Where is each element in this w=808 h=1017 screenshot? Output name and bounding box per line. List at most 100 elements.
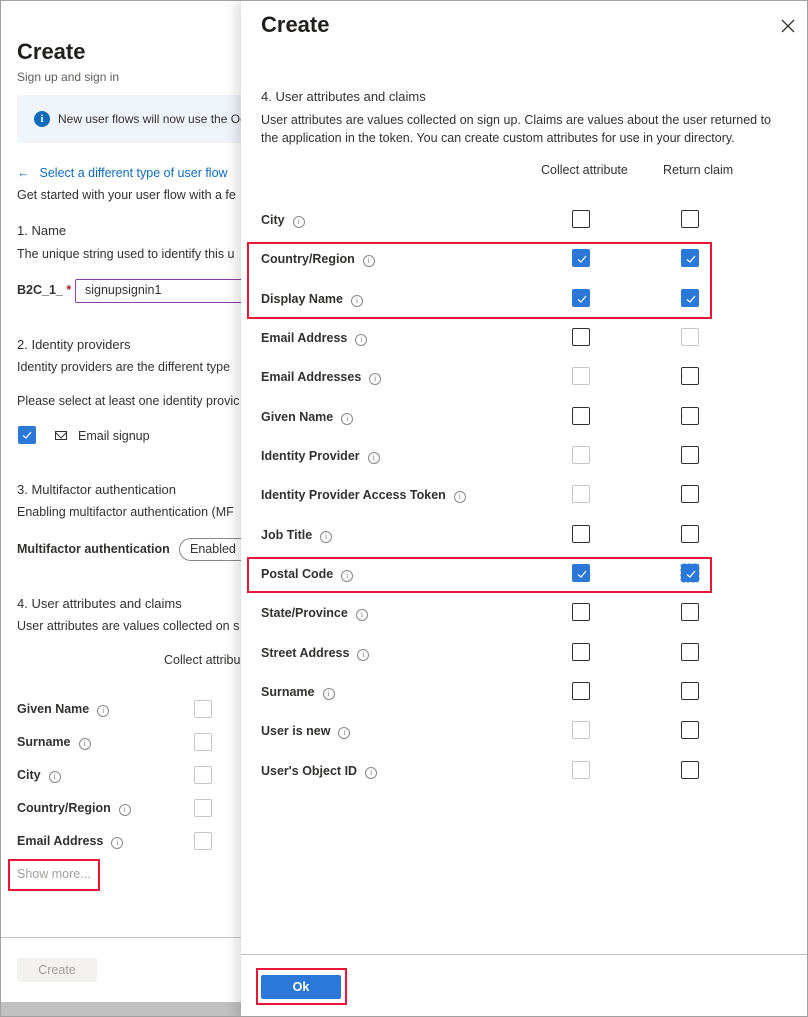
info-icon[interactable]: i <box>338 727 351 739</box>
collect-attribute-header: Collect attribute <box>541 163 628 177</box>
attribute-row: Identity Provider Access Token i <box>241 482 807 512</box>
collect-checkbox[interactable] <box>194 832 212 850</box>
attribute-label-text: Email Addresses <box>261 370 362 384</box>
info-icon[interactable]: i <box>111 837 124 849</box>
collect-attribute-checkbox <box>572 367 590 385</box>
close-icon <box>781 19 795 33</box>
attribute-row: City i <box>17 766 257 786</box>
highlight-box-country-display <box>247 242 712 319</box>
info-icon[interactable]: i <box>367 452 380 464</box>
collect-attribute-checkbox[interactable] <box>572 525 590 543</box>
collect-attribute-checkbox[interactable] <box>572 328 590 346</box>
attribute-label-text: Street Address <box>261 646 350 660</box>
attribute-label: Email Addresses i <box>261 370 382 385</box>
info-icon[interactable]: i <box>369 373 382 385</box>
collect-checkbox[interactable] <box>194 700 212 718</box>
collect-attribute-checkbox[interactable] <box>572 407 590 425</box>
collect-checkbox[interactable] <box>194 733 212 751</box>
info-icon[interactable]: i <box>355 609 368 621</box>
collect-attribute-checkbox[interactable] <box>572 210 590 228</box>
collect-attribute-checkbox[interactable] <box>572 603 590 621</box>
attribute-row: User's Object ID i <box>241 758 807 788</box>
required-marker: * <box>66 283 72 297</box>
name-section-title: 1. Name <box>17 223 67 238</box>
attribute-row: Given Name i <box>241 404 807 434</box>
attribute-row: Identity Provider i <box>241 443 807 473</box>
email-signup-label: Email signup <box>78 429 150 443</box>
prefix-text: B2C_1_ <box>17 283 63 297</box>
collect-attribute-checkbox[interactable] <box>572 682 590 700</box>
info-icon[interactable]: i <box>357 649 370 661</box>
attribute-row: Country/Region i <box>17 799 257 819</box>
return-claim-checkbox[interactable] <box>681 407 699 425</box>
highlight-box-ok <box>256 968 347 1005</box>
attribute-row: Email Address i <box>241 325 807 355</box>
attribute-row: Job Title i <box>241 522 807 552</box>
select-different-flow-link[interactable]: ← Select a different type of user flow <box>17 166 228 180</box>
return-claim-checkbox[interactable] <box>681 643 699 661</box>
info-icon[interactable]: i <box>453 491 466 503</box>
attribute-label: Surname i <box>261 685 335 700</box>
attribute-label-text: Email Address <box>17 834 104 848</box>
attribute-label-text: Given Name <box>261 410 334 424</box>
attribute-label: Email Address i <box>17 834 124 849</box>
attribute-label-text: Identity Provider <box>261 449 360 463</box>
collect-attribute-header: Collect attribu <box>164 653 241 667</box>
attribute-row: User is new i <box>241 718 807 748</box>
create-button[interactable]: Create <box>17 958 97 982</box>
attribute-row: Street Address i <box>241 640 807 670</box>
attribute-label-text: Surname <box>17 735 71 749</box>
return-claim-checkbox <box>681 328 699 346</box>
highlight-box-postal-code <box>247 557 712 593</box>
attributes-dialog: Create 4. User attributes and claims Use… <box>241 1 807 1016</box>
attribute-label: Identity Provider i <box>261 449 380 464</box>
background-blade: Create Sign up and sign in i New user fl… <box>1 1 279 1016</box>
checkmark-icon <box>22 431 32 439</box>
attribute-label: User is new i <box>261 724 351 739</box>
attribute-label: City i <box>17 768 61 783</box>
attribute-label: Country/Region i <box>17 801 131 816</box>
attribute-label-text: Identity Provider Access Token <box>261 488 446 502</box>
attribute-label-text: Email Address <box>261 331 348 345</box>
return-claim-checkbox[interactable] <box>681 210 699 228</box>
attribute-label-text: State/Province <box>261 606 348 620</box>
info-icon[interactable]: i <box>322 688 335 700</box>
banner-text: New user flows will now use the Oc <box>58 112 247 126</box>
collect-attribute-checkbox[interactable] <box>572 643 590 661</box>
return-claim-checkbox[interactable] <box>681 721 699 739</box>
attribute-label-text: User's Object ID <box>261 764 358 778</box>
arrow-left-icon: ← <box>17 166 30 180</box>
info-icon[interactable]: i <box>365 767 378 779</box>
return-claim-checkbox[interactable] <box>681 603 699 621</box>
collect-checkbox[interactable] <box>194 799 212 817</box>
info-icon[interactable]: i <box>292 216 305 228</box>
info-icon[interactable]: i <box>97 705 110 717</box>
info-icon[interactable]: i <box>355 334 368 346</box>
info-icon[interactable]: i <box>78 738 91 750</box>
return-claim-checkbox[interactable] <box>681 367 699 385</box>
info-icon[interactable]: i <box>341 413 354 425</box>
identity-section-description: Identity providers are the different typ… <box>17 360 231 374</box>
mfa-label: Multifactor authentication <box>17 542 170 556</box>
mail-icon <box>55 431 67 440</box>
attribute-row: Surname i <box>17 733 257 753</box>
close-button[interactable] <box>779 17 797 35</box>
collect-checkbox[interactable] <box>194 766 212 784</box>
attribute-row: State/Province i <box>241 600 807 630</box>
return-claim-checkbox[interactable] <box>681 682 699 700</box>
collect-attribute-checkbox <box>572 446 590 464</box>
collect-attribute-checkbox <box>572 721 590 739</box>
attribute-label-text: Given Name <box>17 702 90 716</box>
info-icon[interactable]: i <box>48 771 61 783</box>
attributes-section-title: 4. User attributes and claims <box>17 596 182 611</box>
return-claim-checkbox[interactable] <box>681 446 699 464</box>
info-icon[interactable]: i <box>320 531 333 543</box>
return-claim-checkbox[interactable] <box>681 525 699 543</box>
dialog-title: Create <box>261 12 330 37</box>
attribute-label: User's Object ID i <box>261 764 378 779</box>
email-signup-checkbox[interactable] <box>18 426 36 444</box>
return-claim-checkbox[interactable] <box>681 761 699 779</box>
info-icon[interactable]: i <box>118 804 131 816</box>
blade-title: Create <box>17 39 86 64</box>
return-claim-checkbox[interactable] <box>681 485 699 503</box>
